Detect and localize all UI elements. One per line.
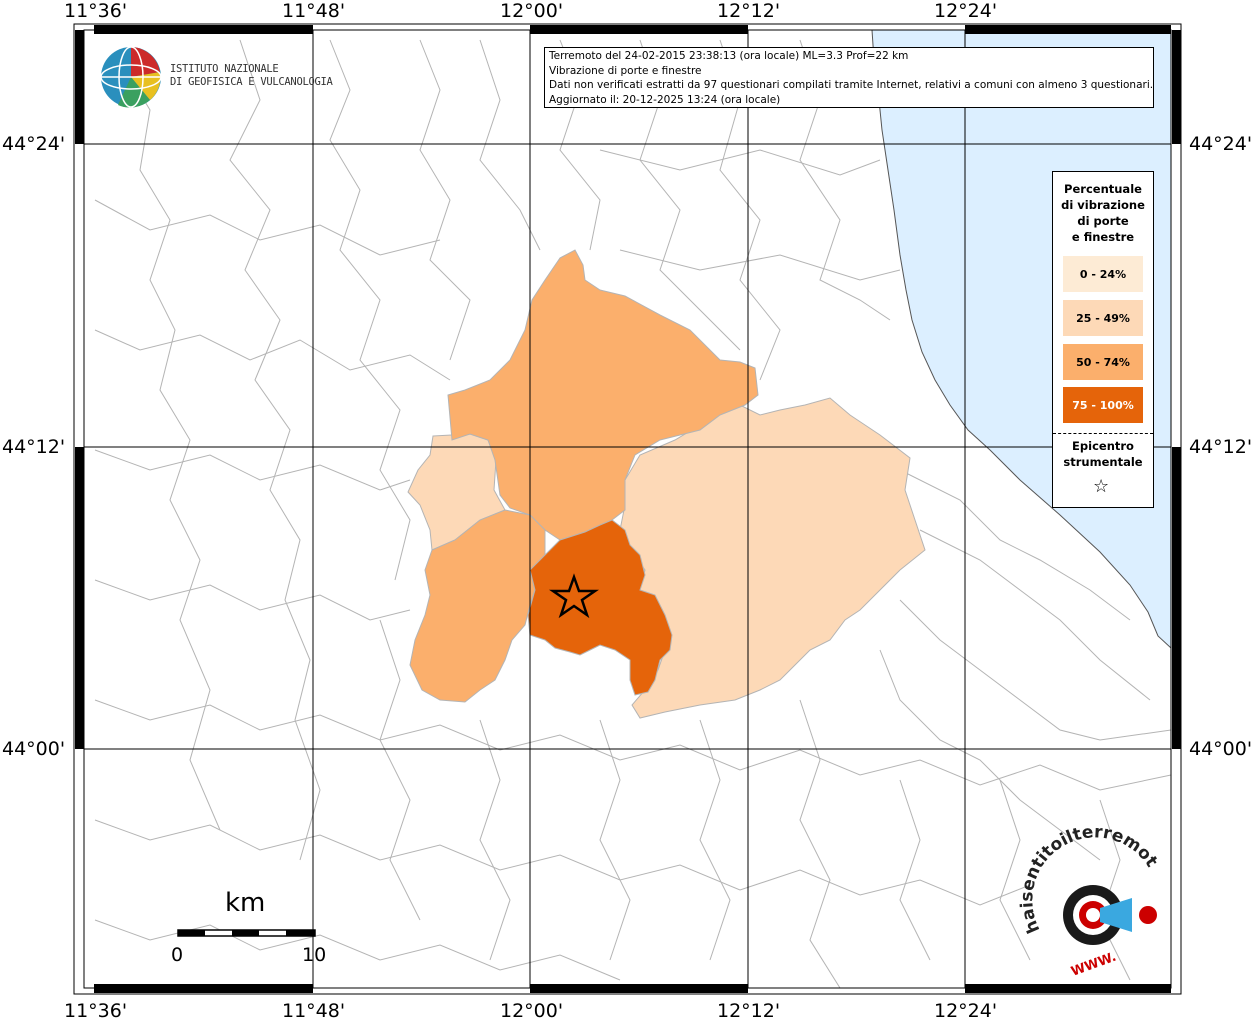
lat-label-left-2: 44°12' [2, 436, 66, 458]
legend-title-line: e finestre [1071, 230, 1135, 244]
lon-label-top-1: 11°36' [64, 0, 128, 22]
legend-epicenter-line: Epicentro [1072, 439, 1134, 453]
legend-title: Percentuale di vibrazione di porte e fin… [1053, 181, 1153, 245]
legend-class-label: 75 - 100% [1072, 398, 1134, 412]
scale-max: 10 [302, 944, 327, 966]
legend: Percentuale di vibrazione di porte e fin… [1052, 171, 1154, 508]
legend-title-line: di vibrazione [1061, 198, 1145, 212]
lon-label-top-3: 12°00' [500, 0, 564, 22]
legend-class-25-49: 25 - 49% [1063, 300, 1143, 336]
legend-class-label: 25 - 49% [1076, 311, 1130, 325]
lon-label-top-2: 11°48' [282, 0, 346, 22]
legend-epicenter-line: strumentale [1063, 455, 1143, 469]
legend-title-line: Percentuale [1064, 182, 1142, 196]
lon-label-top-5: 12°24' [934, 0, 998, 22]
scale-min: 0 [171, 944, 184, 966]
lon-label-bottom-2: 11°48' [282, 1000, 346, 1022]
ingv-logo-line1: ISTITUTO NAZIONALE [170, 63, 279, 75]
event-info-box: Terremoto del 24-02-2015 23:38:13 (ora l… [544, 47, 1154, 108]
legend-class-50-74: 50 - 74% [1063, 344, 1143, 380]
intensity-map: haisentitoilterremoto.it WWW. [0, 0, 1182, 995]
event-title: Terremoto del 24-02-2015 23:38:13 (ora l… [549, 50, 909, 62]
legend-class-label: 50 - 74% [1076, 355, 1130, 369]
lon-label-bottom-3: 12°00' [500, 1000, 564, 1022]
scale-unit: km [225, 888, 266, 918]
lat-label-right-3: 44°00' [1189, 738, 1253, 760]
legend-class-label: 0 - 24% [1079, 267, 1127, 281]
event-updated: Aggiornato il: 20-12-2025 13:24 (ora loc… [549, 93, 781, 106]
ingv-logo-line2: DI GEOFISICA E VULCANOLOGIA [170, 76, 333, 88]
legend-title-line: di porte [1077, 214, 1129, 228]
lon-label-bottom-1: 11°36' [64, 1000, 128, 1022]
event-parameter: Vibrazione di porte e finestre [549, 64, 702, 77]
lat-label-right-2: 44°12' [1189, 436, 1253, 458]
lon-label-top-4: 12°12' [717, 0, 781, 22]
scale-bar [177, 929, 316, 937]
epicenter-star-icon: ☆ [1093, 476, 1110, 497]
ingv-logo-text: ISTITUTO NAZIONALE DI GEOFISICA E VULCAN… [170, 63, 333, 89]
legend-class-0-24: 0 - 24% [1063, 256, 1143, 292]
legend-separator [1053, 433, 1153, 434]
legend-class-75-100: 75 - 100% [1063, 387, 1143, 423]
event-data-note: Dati non verificati estratti da 97 quest… [549, 79, 1154, 91]
legend-epicenter-label: Epicentro strumentale [1053, 438, 1153, 470]
lon-label-bottom-5: 12°24' [934, 1000, 998, 1022]
lat-label-right-1: 44°24' [1189, 133, 1253, 155]
lon-label-bottom-4: 12°12' [717, 1000, 781, 1022]
lat-label-left-3: 44°00' [2, 738, 66, 760]
lat-label-left-1: 44°24' [2, 133, 66, 155]
